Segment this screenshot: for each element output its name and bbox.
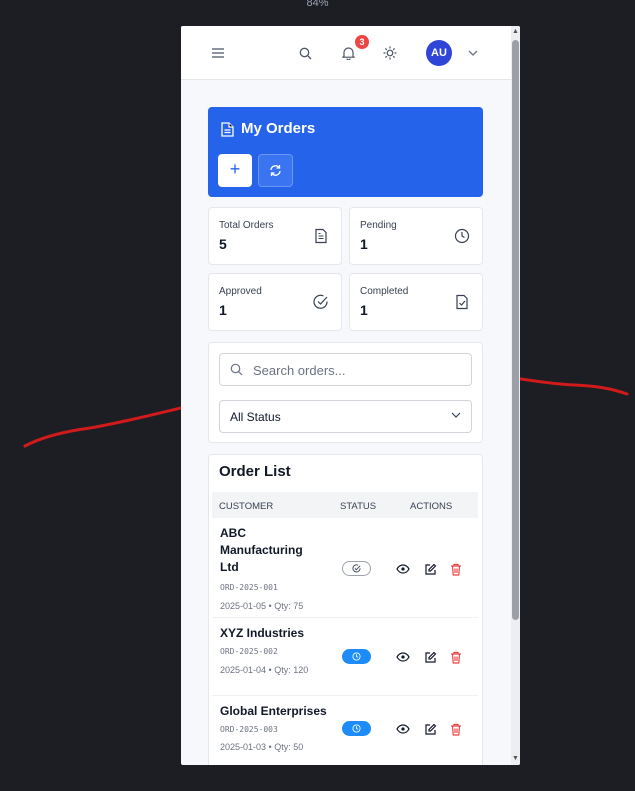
trash-icon[interactable] [448,649,464,665]
eye-icon[interactable] [395,721,411,737]
filter-card: Search orders... All Status [208,342,483,443]
stat-label: Completed [360,286,409,297]
top-navbar: 3 AU [181,26,511,80]
chevron-down-icon [451,412,461,418]
document-icon [221,122,234,137]
trash-icon[interactable] [448,561,464,577]
status-badge-pending [342,721,371,736]
table-row[interactable]: ABC Manufacturing Ltd ORD-2025-001 2025-… [212,518,478,618]
bell-icon[interactable] [338,43,358,63]
table-row[interactable]: Global Enterprises ORD-2025-003 2025-01-… [212,696,478,765]
status-select[interactable]: All Status [219,400,472,433]
status-badge-pending [342,649,371,664]
check-circle-icon [313,294,328,309]
table-row[interactable]: XYZ Industries ORD-2025-002 2025-01-04 •… [212,618,478,696]
stat-label: Total Orders [219,220,274,231]
scrollbar-thumb[interactable] [512,40,519,620]
scroll-up-arrow[interactable]: ▲ [511,26,520,38]
order-date-qty: 2025-01-04 • Qty: 120 [220,665,309,675]
column-header-customer: CUSTOMER [219,501,274,512]
search-icon [230,363,243,376]
notification-badge: 3 [355,35,369,49]
stat-label: Pending [360,220,397,231]
order-list-title: Order List [219,463,291,480]
status-select-value: All Status [230,410,281,424]
stat-pending: Pending 1 [349,207,483,265]
app-window: 3 AU My Orders + Total Orders 5 Pending … [181,26,520,765]
trash-icon[interactable] [448,721,464,737]
chevron-down-icon[interactable] [463,43,483,63]
order-id: ORD-2025-002 [220,647,278,656]
check-circle-icon [352,564,361,573]
order-date-qty: 2025-01-03 • Qty: 50 [220,742,304,752]
stat-value: 5 [219,236,227,252]
plus-icon: + [229,159,241,179]
eye-icon[interactable] [395,561,411,577]
annotation-stroke-left [23,403,195,448]
clock-icon [352,724,361,733]
customer-name: ABC Manufacturing Ltd [220,526,303,574]
stat-total-orders: Total Orders 5 [208,207,342,265]
page-title: My Orders [241,120,316,137]
refresh-button[interactable] [258,154,293,187]
clock-icon [352,652,361,661]
table-header: CUSTOMER STATUS ACTIONS [212,492,478,518]
stat-value: 1 [360,236,368,252]
search-placeholder: Search orders... [253,363,346,378]
order-id: ORD-2025-003 [220,725,278,734]
edit-icon[interactable] [422,649,438,665]
scroll-down-arrow[interactable]: ▼ [511,753,520,765]
add-order-button[interactable]: + [218,154,252,187]
menu-icon[interactable] [208,43,228,63]
eye-icon[interactable] [395,649,411,665]
status-badge-approved [342,561,371,576]
vertical-scrollbar[interactable]: ▲ ▼ [511,26,520,765]
stat-value: 1 [219,302,227,318]
clock-icon [454,228,470,244]
sun-icon[interactable] [380,43,400,63]
search-icon[interactable] [295,43,315,63]
edit-icon[interactable] [422,561,438,577]
stat-label: Approved [219,286,262,297]
search-input[interactable]: Search orders... [219,353,472,386]
page-header-card: My Orders + [208,107,483,197]
order-id: ORD-2025-001 [220,583,278,592]
stat-completed: Completed 1 [349,273,483,331]
customer-name: XYZ Industries [220,626,305,640]
customer-name: Global Enterprises [220,704,327,718]
stat-approved: Approved 1 [208,273,342,331]
stat-value: 1 [360,302,368,318]
edit-icon[interactable] [422,721,438,737]
zoom-level: 84% [306,0,329,9]
user-avatar[interactable]: AU [426,40,452,66]
order-date-qty: 2025-01-05 • Qty: 75 [220,601,304,611]
refresh-icon [270,165,281,176]
document-icon [315,228,327,244]
column-header-actions: ACTIONS [410,501,453,512]
file-check-icon [456,294,468,310]
column-header-status: STATUS [340,501,377,512]
order-list-card: Order List CUSTOMER STATUS ACTIONS ABC M… [208,454,483,765]
